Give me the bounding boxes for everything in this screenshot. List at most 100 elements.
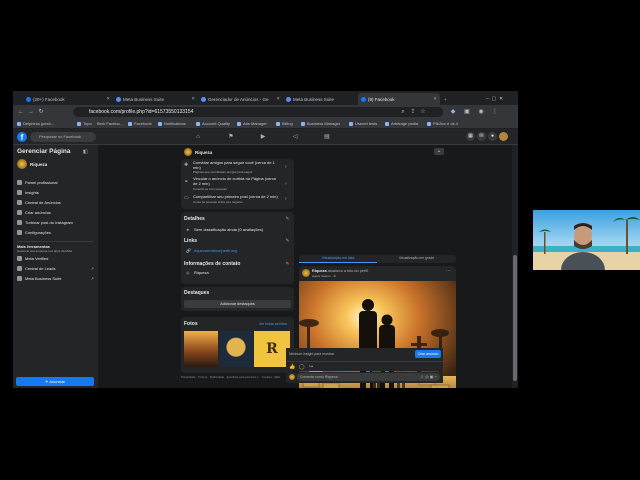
checklist-item-title[interactable]: Convidar amigos para seguir você (cerca … [193,160,281,170]
address-input[interactable]: facebook.com/profile.php?id=615735501331… [73,107,443,117]
comment-input[interactable]: Comente como Riqueza ☺ ◎ ▣ ⌁ [297,373,440,381]
menu-icon[interactable]: ⋮ [491,108,499,116]
pages-icon[interactable]: ▤ [322,132,332,142]
sidebar-item-settings[interactable]: Configurações [17,230,51,235]
add-highlights-button[interactable]: Adicionar destaques [184,300,291,308]
bookmark-icon [237,121,241,126]
edit-pencil-icon[interactable]: ✎ [285,261,290,266]
browser-tab[interactable]: Gerenciador de Anúncios - Ge ✕ [198,93,283,105]
messenger-icon[interactable]: ✉ [477,132,486,141]
extensions-icon[interactable]: ▣ [463,108,471,116]
back-icon[interactable]: ← [17,108,25,116]
post-author-avatar[interactable] [302,269,310,277]
page-name[interactable]: Riqueza [30,162,47,167]
contact-title: Informações de contato [184,261,241,267]
checklist-item-title[interactable]: Compartilhar seu primeiro post (cerca de… [193,194,278,199]
see-all-photos-link[interactable]: Ver todas as fotos [259,322,287,326]
chevron-right-icon[interactable]: › [285,196,287,202]
scrollbar-thumb[interactable] [513,255,517,381]
footer-links[interactable]: Privacidade · Termos · Publicidade · Esc… [181,375,280,379]
share-icon[interactable]: ↪ [309,364,313,370]
close-icon[interactable]: ✕ [106,96,110,102]
photo-thumbnail-logo[interactable]: R [254,331,290,367]
checklist-item-title[interactable]: Vincular o anúncio de curtida na Página … [193,176,281,186]
chevron-right-icon[interactable]: › [285,181,287,187]
zoom-icon[interactable]: ⌕ [399,108,407,116]
sidebar-item-business-suite[interactable]: Meta Business Suite ↗ [17,276,94,281]
browser-tab[interactable]: (20+) Facebook ✕ [23,93,113,105]
reload-icon[interactable]: ↻ [37,108,45,116]
megaphone-icon[interactable]: ◁ [290,132,300,142]
bookmark[interactable]: Delphinia (pesh... [17,121,54,126]
photo-thumbnail[interactable] [219,331,253,367]
edit-pencil-icon[interactable]: ✎ [285,216,290,221]
advertise-button[interactable]: ✦ Anunciar [16,377,94,386]
close-icon[interactable]: ✕ [191,96,195,102]
star-icon[interactable]: ☆ [419,108,427,116]
post-author[interactable]: Riqueza [312,269,327,273]
links-url[interactable]: riquezaemfoco/perfil.org [194,248,237,253]
like-icon[interactable]: 👍 [289,364,295,370]
edit-pencil-icon[interactable]: ✎ [285,238,290,243]
bookmark[interactable]: Facebook [128,121,152,126]
bookmark[interactable]: Ads Manager [237,121,267,126]
tab-grid-view[interactable]: Visualização em grade [377,255,456,263]
create-ad-button[interactable]: Criar anúncio [415,350,441,358]
browser-tab[interactable]: Meta Business Suite✕ [283,93,368,105]
bookmark-icon [17,121,21,126]
sidebar-item-create-ads[interactable]: Criar anúncios [17,210,51,215]
browser-tab-active[interactable]: (9) Facebook ✕ [358,93,440,105]
folder-icon [385,121,389,126]
collapse-icon[interactable]: ◧ [83,149,89,155]
home-icon[interactable]: ⌂ [193,132,203,142]
notifications-icon[interactable]: ● [488,132,497,141]
close-icon[interactable]: ✕ [433,96,437,102]
bookmark[interactable]: Notifications [158,121,186,126]
close-icon[interactable]: ✕ [276,96,280,102]
sidebar-item-meta-verified[interactable]: Meta Verified [17,256,48,261]
extension-icon[interactable]: ◆ [449,108,457,116]
page-scrollbar[interactable] [512,145,518,388]
meta-icon [17,276,22,281]
dashboard-icon [17,180,22,185]
forward-icon[interactable]: → [27,108,35,116]
page-avatar[interactable] [17,159,27,169]
facebook-search-input[interactable]: Pesquisar no Facebook [30,132,96,142]
comment-icon[interactable]: ◯ [299,364,305,370]
bookmark[interactable]: Arbitrage pedia [385,121,418,126]
profile-icon[interactable]: ◉ [477,108,485,116]
bookmark[interactable]: Berk Facebo... [97,121,123,126]
photo-thumbnail[interactable] [184,331,218,367]
checklist-item-sub: Conecte-se com pessoas [193,187,227,191]
sidebar-item-boost-instagram[interactable]: Turbinar post do Instagram [17,220,73,225]
more-options-button[interactable]: ⌄ [434,148,444,155]
sidebar-item-insights[interactable]: Insights [17,190,39,195]
emoji-icon[interactable]: ☺ ◎ ▣ ⌁ [420,373,437,381]
new-tab-button[interactable]: + [441,93,451,105]
external-link-icon: ↗ [90,276,94,281]
facebook-logo-icon[interactable]: f [17,132,27,142]
more-icon[interactable]: ⋯ [446,268,451,274]
post-time[interactable]: Agora mesmo · ⊕ [312,274,336,278]
share-icon[interactable]: ⇪ [409,108,417,116]
bookmark[interactable]: Billing [276,121,293,126]
tab-list-view[interactable]: Visualização em lista [299,255,377,263]
post-action: atualizou a foto do perfil. [327,269,369,273]
menu-grid-icon[interactable]: ▦ [466,132,475,141]
browser-tab[interactable]: Meta Business Suite✕ [113,93,198,105]
page-avatar [184,148,192,156]
folder-icon [427,121,431,126]
flag-icon[interactable]: ⚑ [226,132,236,142]
sidebar-item-painel[interactable]: Painel profissional [17,180,57,185]
bookmark[interactable]: Usenet tests [349,121,377,126]
video-icon[interactable]: ▶ [258,132,268,142]
bookmark[interactable]: FB/Acc é ok 4 [427,121,458,126]
sidebar-item-ad-center[interactable]: Central de Anúncios [17,200,61,205]
chevron-right-icon[interactable]: › [285,164,287,170]
bookmark[interactable]: Topo [77,121,92,126]
window-controls[interactable]: – ▢ ✕ [483,93,518,105]
sidebar-item-leads[interactable]: Central de Leads ↗ [17,266,94,271]
bookmark[interactable]: Business Manager [301,121,340,126]
avatar[interactable] [499,132,508,141]
bookmark[interactable]: Account Quality [196,121,230,126]
